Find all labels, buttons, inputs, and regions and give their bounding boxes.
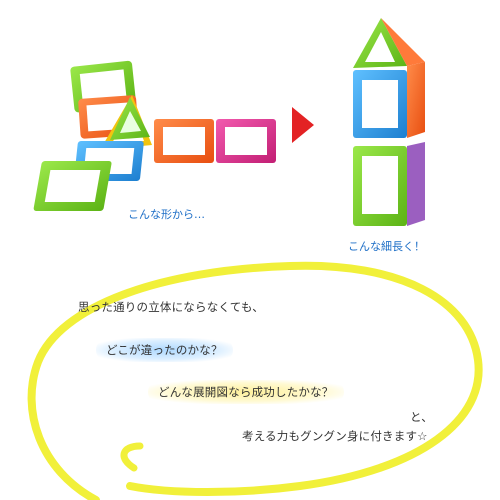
text-line-1: 思った通りの立体にならなくても、: [78, 300, 264, 314]
text-line-4: と、: [410, 410, 433, 424]
text-line-2: どこが違ったのかな？: [106, 343, 223, 357]
text-line-3: どんな展開図なら成功したかな？: [158, 385, 334, 399]
text-line-2-highlight: どこが違ったのかな？: [96, 338, 233, 362]
text-line-5: 考える力もグングン身に付きます☆: [242, 429, 428, 443]
text-line-3-highlight: どんな展開図なら成功したかな？: [148, 380, 344, 404]
yellow-ellipse-decoration: [27, 261, 483, 500]
